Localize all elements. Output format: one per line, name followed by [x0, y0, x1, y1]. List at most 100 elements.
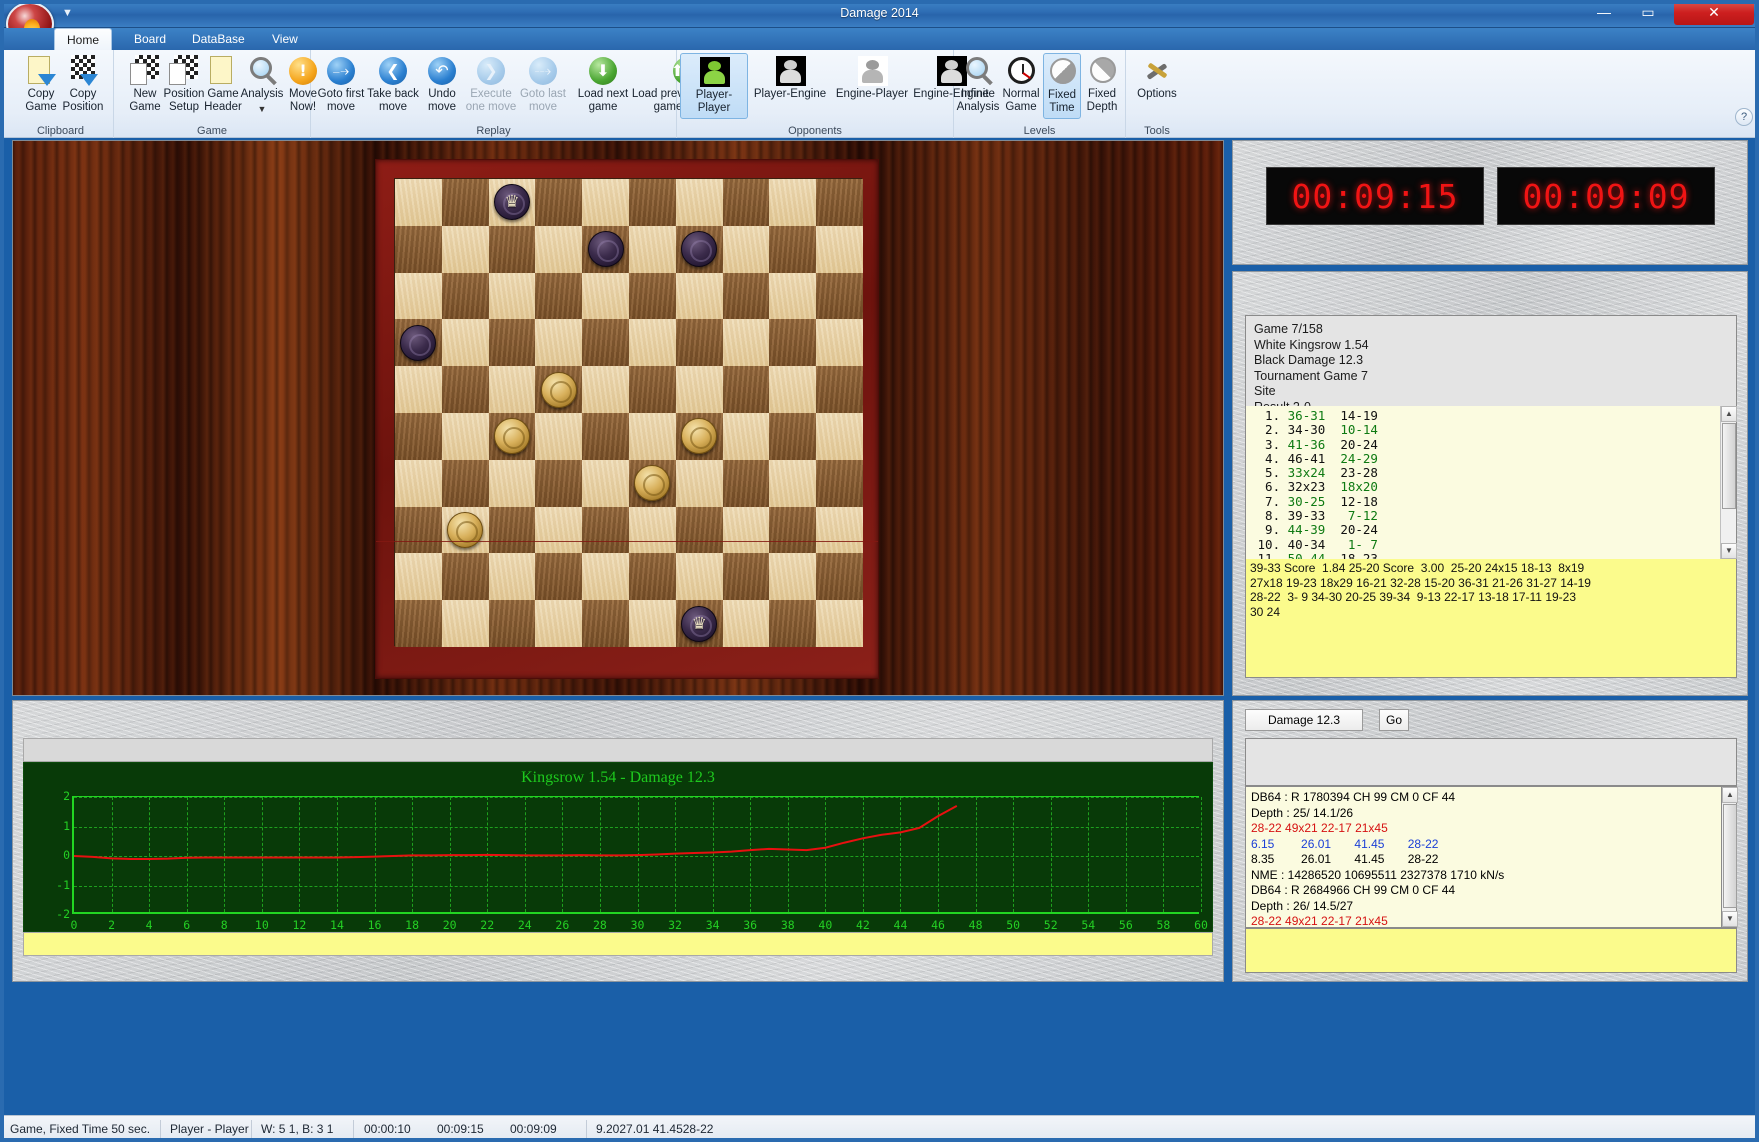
fixed-time-button[interactable]: Fixed Time — [1043, 53, 1081, 119]
board-square[interactable] — [535, 460, 582, 507]
board-square[interactable] — [769, 226, 816, 273]
black-move[interactable]: 20-24 — [1340, 437, 1378, 452]
player-engine-button[interactable]: Player-Engine — [750, 53, 830, 119]
black-move[interactable]: 18x20 — [1340, 479, 1378, 494]
board-square[interactable] — [769, 319, 816, 366]
engine-player-button[interactable]: Engine-Player — [832, 53, 912, 119]
board-square[interactable] — [395, 413, 442, 460]
white-move[interactable]: 34-30 — [1288, 422, 1341, 437]
board-square[interactable] — [723, 413, 770, 460]
board-square[interactable] — [676, 460, 723, 507]
execute-one-move-button[interactable]: ❯ Execute one move — [465, 53, 517, 119]
black-move[interactable]: 18-23 — [1340, 551, 1378, 559]
black-piece[interactable] — [588, 231, 624, 267]
take-back-move-button[interactable]: ❮ Take back move — [367, 53, 419, 119]
board-square[interactable] — [395, 179, 442, 226]
move-row[interactable]: 3. 41-36 20-24 — [1250, 438, 1720, 452]
board-square[interactable] — [629, 319, 676, 366]
board-square[interactable] — [395, 366, 442, 413]
board-square[interactable] — [769, 507, 816, 554]
board-square[interactable] — [816, 226, 863, 273]
draughts-board[interactable]: ♛♛ — [394, 178, 862, 646]
board-square[interactable] — [582, 366, 629, 413]
white-move[interactable]: 46-41 — [1288, 451, 1341, 466]
white-piece[interactable] — [447, 512, 483, 548]
board-square[interactable] — [723, 507, 770, 554]
board-square[interactable] — [629, 273, 676, 320]
board-square[interactable] — [676, 273, 723, 320]
chevron-down-icon[interactable]: ▼ — [258, 104, 267, 114]
black-piece[interactable] — [400, 325, 436, 361]
board-square[interactable] — [769, 600, 816, 647]
tab-view[interactable]: View — [260, 29, 310, 50]
board-square[interactable] — [395, 600, 442, 647]
board-square[interactable] — [535, 507, 582, 554]
move-row[interactable]: 4. 46-41 24-29 — [1250, 452, 1720, 466]
board-square[interactable] — [489, 553, 536, 600]
board-square[interactable] — [582, 273, 629, 320]
board-square[interactable] — [395, 273, 442, 320]
board-square[interactable] — [489, 600, 536, 647]
scroll-up-icon[interactable]: ▲ — [1721, 406, 1737, 422]
board-square[interactable] — [535, 413, 582, 460]
board-square[interactable] — [816, 179, 863, 226]
goto-first-move-button[interactable]: ⤍ Goto first move — [315, 53, 367, 119]
board-square[interactable] — [629, 507, 676, 554]
infinite-analysis-button[interactable]: Infinite Analysis — [956, 53, 1000, 119]
board-square[interactable] — [629, 413, 676, 460]
board-square[interactable] — [769, 179, 816, 226]
board-square[interactable] — [489, 460, 536, 507]
black-move[interactable]: 7-12 — [1340, 508, 1378, 523]
board-square[interactable] — [723, 553, 770, 600]
board-square[interactable] — [442, 600, 489, 647]
undo-move-button[interactable]: ↶ Undo move — [419, 53, 465, 119]
move-list[interactable]: 1. 36-31 14-19 2. 34-30 10-14 3. 41-36 2… — [1246, 406, 1720, 559]
white-piece[interactable] — [541, 372, 577, 408]
board-square[interactable] — [442, 273, 489, 320]
black-move[interactable]: 23-28 — [1340, 465, 1378, 480]
board-square[interactable] — [442, 179, 489, 226]
board-square[interactable] — [816, 413, 863, 460]
white-move[interactable]: 40-34 — [1288, 537, 1341, 552]
board-square[interactable] — [535, 600, 582, 647]
board-square[interactable] — [489, 319, 536, 366]
board-square[interactable] — [769, 460, 816, 507]
white-move[interactable]: 36-31 — [1288, 408, 1341, 423]
board-square[interactable] — [723, 600, 770, 647]
black-move[interactable]: 1- 7 — [1340, 537, 1378, 552]
board-square[interactable] — [816, 600, 863, 647]
board-square[interactable] — [816, 507, 863, 554]
black-move[interactable]: 24-29 — [1340, 451, 1378, 466]
board-square[interactable] — [535, 179, 582, 226]
options-button[interactable]: Options — [1126, 53, 1188, 119]
player-player-button[interactable]: Player-Player — [680, 53, 748, 119]
board-square[interactable] — [442, 553, 489, 600]
board-square[interactable] — [395, 226, 442, 273]
move-row[interactable]: 2. 34-30 10-14 — [1250, 423, 1720, 437]
board-square[interactable] — [535, 553, 582, 600]
white-move[interactable]: 39-33 — [1288, 508, 1341, 523]
black-move[interactable]: 12-18 — [1340, 494, 1378, 509]
board-square[interactable] — [582, 413, 629, 460]
board-square[interactable] — [582, 319, 629, 366]
move-row[interactable]: 1. 36-31 14-19 — [1250, 409, 1720, 423]
board-square[interactable] — [535, 226, 582, 273]
board-square[interactable] — [489, 226, 536, 273]
black-move[interactable]: 14-19 — [1340, 408, 1378, 423]
move-row[interactable]: 8. 39-33 7-12 — [1250, 509, 1720, 523]
scroll-thumb[interactable] — [1722, 423, 1736, 509]
board-square[interactable] — [676, 179, 723, 226]
board-square[interactable] — [723, 179, 770, 226]
fixed-depth-button[interactable]: Fixed Depth — [1082, 53, 1122, 119]
board-square[interactable] — [442, 319, 489, 366]
board-square[interactable] — [442, 460, 489, 507]
board-square[interactable] — [723, 366, 770, 413]
board-square[interactable] — [629, 226, 676, 273]
board-square[interactable] — [582, 507, 629, 554]
copy-position-button[interactable]: Copy Position — [52, 53, 114, 119]
board-square[interactable] — [723, 460, 770, 507]
maximize-button[interactable]: ▭ — [1626, 0, 1670, 25]
white-move[interactable]: 30-25 — [1288, 494, 1341, 509]
move-row[interactable]: 6. 32x23 18x20 — [1250, 480, 1720, 494]
goto-last-move-button[interactable]: ⤏ Goto last move — [517, 53, 569, 119]
